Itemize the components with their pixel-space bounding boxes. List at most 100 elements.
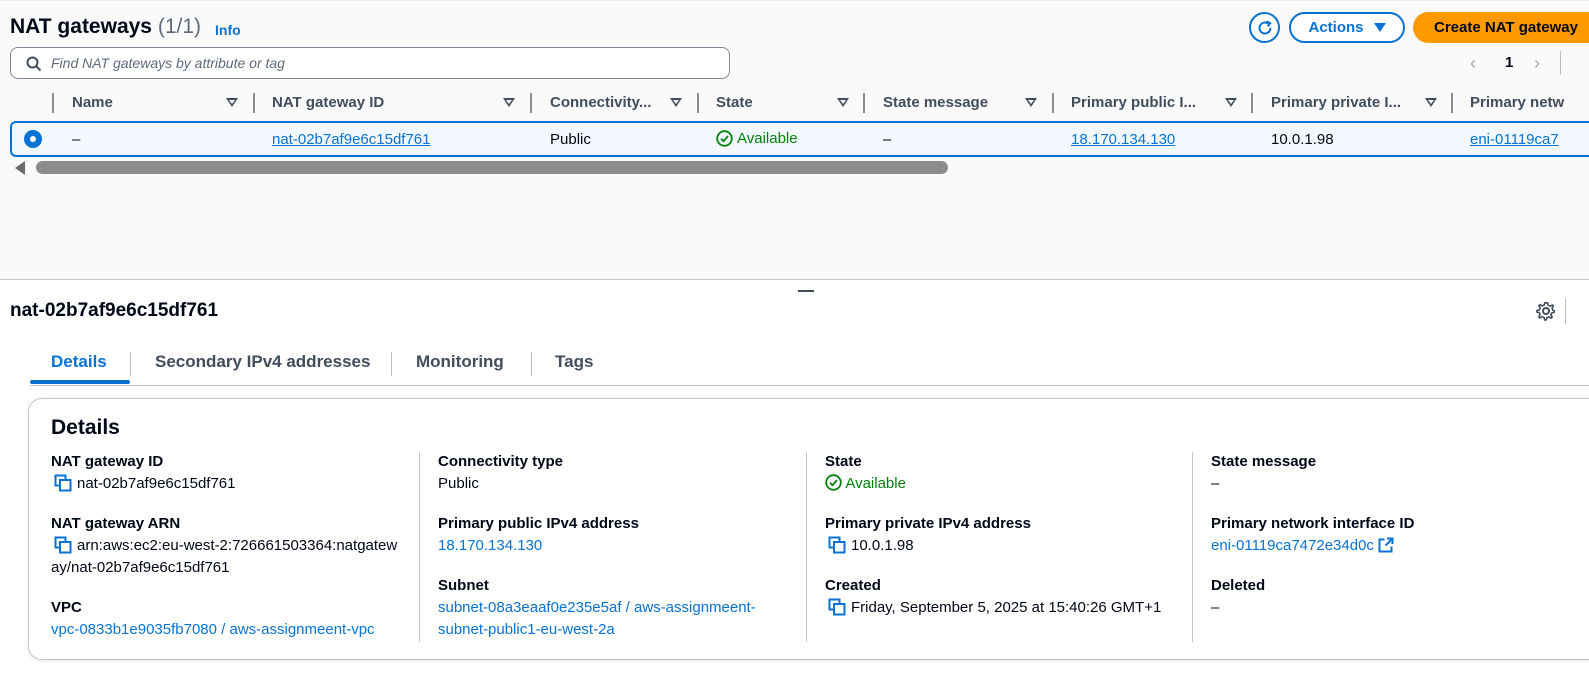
search-input[interactable] — [51, 53, 711, 73]
sort-icon[interactable] — [837, 98, 849, 107]
field-label: Primary network interface ID — [1211, 515, 1415, 532]
primary-network-interface-link[interactable]: eni-01119ca7472e34d0c — [1211, 537, 1374, 554]
tab-monitoring[interactable]: Monitoring — [416, 352, 504, 372]
cell-primary-private-ip: 10.0.1.98 — [1271, 131, 1334, 148]
row-radio-selected[interactable] — [24, 130, 42, 148]
field-nat-gateway-arn: NAT gateway ARN arn:aws:ec2:eu-west-2:72… — [51, 514, 403, 579]
state-value: Available — [845, 475, 906, 492]
vpc-link[interactable]: vpc-0833b1e9035fb7080 / aws-assignmeent-… — [51, 619, 411, 641]
search-icon — [26, 56, 42, 72]
primary-private-ipv4-value: 10.0.1.98 — [851, 537, 914, 554]
tab-tags[interactable]: Tags — [555, 352, 593, 372]
column-divider[interactable] — [253, 93, 255, 113]
field-label: Created — [825, 577, 881, 594]
field-value: nat-02b7af9e6c15df761 — [51, 473, 411, 495]
column-divider[interactable] — [1251, 93, 1253, 113]
column-divider[interactable] — [530, 93, 532, 113]
column-header-connectivity[interactable]: Connectivity... — [550, 89, 665, 119]
cell-state: Available — [716, 130, 798, 147]
state-message-value: – — [1211, 475, 1220, 492]
active-tab-indicator — [30, 380, 130, 384]
field-vpc: VPC vpc-0833b1e9035fb7080 / aws-assignme… — [51, 598, 411, 641]
field-subnet: Subnet subnet-08a3eaaf0e235e5af / aws-as… — [438, 576, 788, 641]
column-divider[interactable] — [1052, 93, 1054, 113]
info-link[interactable]: Info — [215, 22, 241, 38]
subnet-link[interactable]: subnet-08a3eaaf0e235e5af / aws-assignmee… — [438, 597, 788, 641]
field-label: Primary private IPv4 address — [825, 515, 1031, 532]
pager-divider — [1560, 51, 1561, 75]
cell-state-text: Available — [737, 130, 798, 147]
field-value: Friday, September 5, 2025 at 15:40:26 GM… — [825, 597, 1175, 619]
table-row[interactable]: – nat-02b7af9e6c15df761 Public Available… — [10, 121, 1589, 157]
page-title: NAT gateways (1/1) — [10, 15, 201, 39]
column-header-nat-gateway-id[interactable]: NAT gateway ID — [272, 89, 492, 119]
tab-details[interactable]: Details — [51, 352, 107, 372]
sort-icon[interactable] — [670, 98, 682, 107]
field-connectivity-type: Connectivity type Public — [438, 452, 798, 495]
field-label: State message — [1211, 453, 1317, 470]
field-state-message: State message – — [1211, 452, 1571, 495]
column-divider — [52, 93, 54, 113]
sort-icon[interactable] — [226, 98, 238, 107]
settings-divider — [1565, 298, 1566, 324]
deleted-value: – — [1211, 599, 1220, 616]
page-title-text: NAT gateways — [10, 15, 152, 38]
scroll-left-arrow[interactable] — [15, 161, 25, 175]
cell-name: – — [72, 131, 81, 148]
field-value: arn:aws:ec2:eu-west-2:726661503364:natga… — [51, 535, 403, 579]
field-label: Primary public IPv4 address — [438, 515, 639, 532]
column-divider[interactable] — [863, 93, 865, 113]
field-label: Subnet — [438, 577, 489, 594]
external-link-icon[interactable] — [1378, 537, 1394, 553]
split-divider — [0, 279, 1589, 280]
column-divider[interactable] — [697, 93, 699, 113]
column-header-state[interactable]: State — [716, 89, 826, 119]
status-success-icon — [825, 474, 842, 491]
field-value: eni-01119ca7472e34d0c — [1211, 535, 1571, 557]
field-primary-public-ipv4: Primary public IPv4 address 18.170.134.1… — [438, 514, 798, 557]
nat-gateway-id-value: nat-02b7af9e6c15df761 — [77, 475, 236, 492]
horizontal-scrollbar[interactable] — [36, 161, 948, 174]
refresh-button[interactable] — [1249, 12, 1280, 43]
cell-primary-public-ip-link[interactable]: 18.170.134.130 — [1071, 131, 1175, 148]
column-header-primary-network[interactable]: Primary netw — [1470, 89, 1589, 119]
primary-public-ipv4-link[interactable]: 18.170.134.130 — [438, 535, 798, 557]
column-divider — [806, 452, 807, 642]
nat-gateway-arn-value: arn:aws:ec2:eu-west-2:726661503364:natga… — [51, 537, 398, 576]
actions-button[interactable]: Actions — [1289, 12, 1405, 43]
create-nat-gateway-button[interactable]: Create NAT gateway — [1413, 12, 1589, 43]
table-header: Name NAT gateway ID Connectivity... Stat… — [0, 89, 1589, 119]
sort-icon[interactable] — [1025, 98, 1037, 107]
field-label: NAT gateway ARN — [51, 515, 181, 532]
split-panel-resize-handle[interactable] — [798, 290, 814, 292]
column-header-primary-public-ip[interactable]: Primary public I... — [1071, 89, 1211, 119]
column-divider — [419, 452, 420, 642]
page-number[interactable]: 1 — [1505, 54, 1513, 71]
field-label: VPC — [51, 599, 82, 616]
field-label: State — [825, 453, 862, 470]
copy-icon[interactable] — [54, 536, 72, 554]
detail-panel-title: nat-02b7af9e6c15df761 — [10, 300, 219, 321]
cell-nat-gateway-id-link[interactable]: nat-02b7af9e6c15df761 — [272, 131, 430, 148]
field-primary-private-ipv4: Primary private IPv4 address 10.0.1.98 — [825, 514, 1185, 557]
cell-primary-network-link[interactable]: eni-01119ca7 — [1470, 131, 1559, 148]
column-header-name[interactable]: Name — [72, 89, 222, 119]
tab-divider — [531, 352, 532, 376]
sort-icon[interactable] — [1425, 98, 1437, 107]
chevron-left-icon[interactable]: ‹ — [1470, 53, 1476, 74]
details-card-title: Details — [51, 416, 120, 439]
gear-icon[interactable] — [1536, 301, 1556, 321]
column-header-primary-private-ip[interactable]: Primary private I... — [1271, 89, 1416, 119]
tab-secondary-ipv4-addresses[interactable]: Secondary IPv4 addresses — [155, 352, 370, 372]
field-state: State Available — [825, 452, 1185, 495]
sort-icon[interactable] — [503, 98, 515, 107]
column-divider[interactable] — [1451, 93, 1453, 113]
copy-icon[interactable] — [54, 474, 72, 492]
copy-icon[interactable] — [828, 598, 846, 616]
actions-label: Actions — [1308, 19, 1364, 36]
chevron-right-icon[interactable]: › — [1534, 53, 1540, 74]
copy-icon[interactable] — [828, 536, 846, 554]
column-header-state-message[interactable]: State message — [883, 89, 1023, 119]
sort-icon[interactable] — [1225, 98, 1237, 107]
field-value: Available — [825, 473, 1185, 495]
